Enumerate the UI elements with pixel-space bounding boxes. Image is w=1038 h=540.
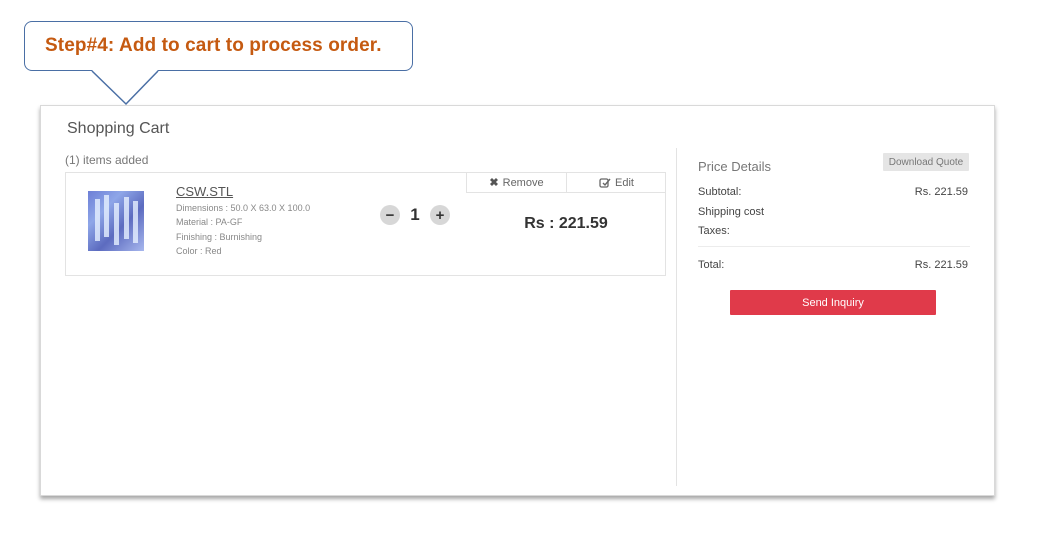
download-quote-button[interactable]: Download Quote [883,153,969,171]
product-thumbnail[interactable] [88,191,144,251]
edit-button[interactable]: Edit [566,173,666,192]
screenshot-root: Step#4: Add to cart to process order. Sh… [0,0,1038,540]
instruction-callout: Step#4: Add to cart to process order. [24,21,413,71]
column-divider [676,148,677,486]
increase-quantity-button[interactable]: + [430,205,450,225]
subtotal-value: Rs. 221.59 [914,186,968,198]
send-inquiry-button[interactable]: Send Inquiry [730,290,936,315]
shipping-label: Shipping cost [698,206,765,218]
decrease-quantity-button[interactable]: − [380,205,400,225]
product-color: Color : Red [176,246,222,256]
summary-divider [698,246,970,247]
items-count: (1) items added [65,153,149,167]
remove-button[interactable]: ✖ Remove [467,173,566,192]
total-label: Total: [698,259,725,271]
remove-label: Remove [502,176,544,189]
callout-text: Step#4: Add to cart to process order. [45,35,382,56]
total-value: Rs. 221.59 [914,259,968,271]
product-name-link[interactable]: CSW.STL [176,184,233,199]
price-details-title: Price Details [698,159,771,174]
shopping-cart-panel: Shopping Cart (1) items added CSW.STL Di… [40,105,995,496]
product-finishing: Finishing : Burnishing [176,232,263,242]
close-icon: ✖ [489,177,499,189]
item-actions: ✖ Remove Edit [466,173,666,193]
subtotal-label: Subtotal: [698,186,742,198]
product-material: Material : PA-GF [176,217,243,227]
quantity-value: 1 [410,205,420,224]
page-title: Shopping Cart [67,120,170,137]
taxes-label: Taxes: [698,225,730,237]
cart-item: CSW.STL Dimensions : 50.0 X 63.0 X 100.0… [65,172,666,276]
item-price: Rs : 221.59 [524,215,608,232]
quantity-stepper: − 1 + [380,205,450,225]
product-dimensions: Dimensions : 50.0 X 63.0 X 100.0 [176,203,311,213]
edit-icon [599,177,611,188]
edit-label: Edit [615,176,634,189]
